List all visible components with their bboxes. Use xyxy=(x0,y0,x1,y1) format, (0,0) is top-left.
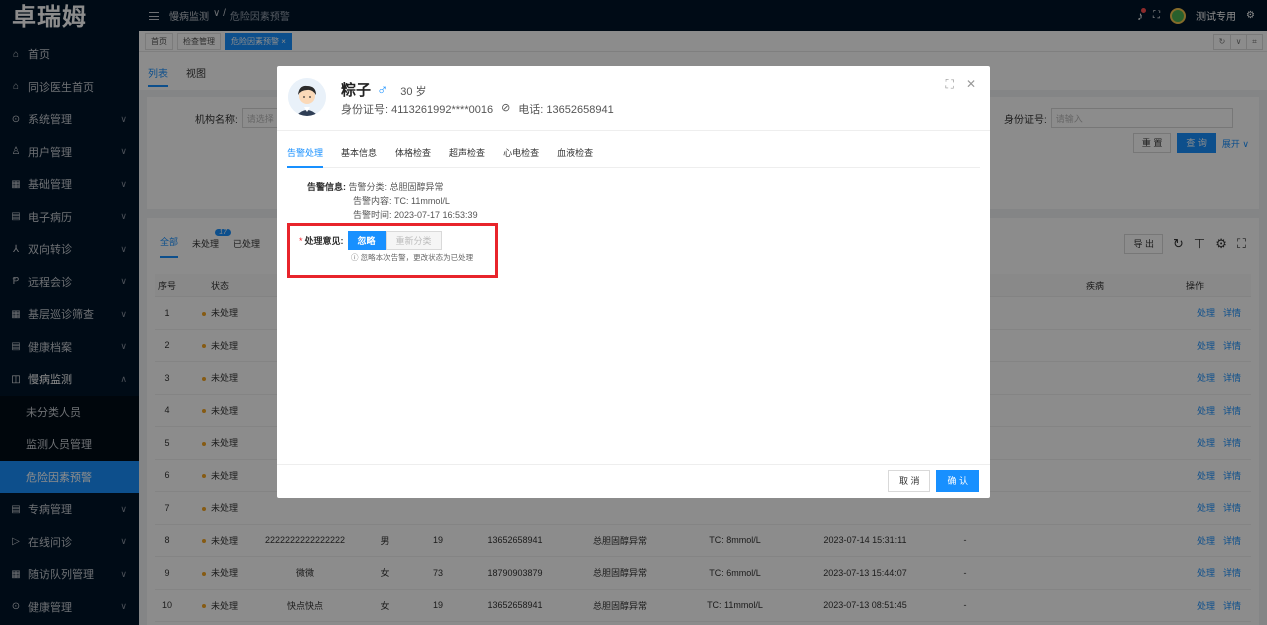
modal-footer: 取 消 确 认 xyxy=(277,464,990,498)
tab-physical-exam[interactable]: 体格检查 xyxy=(395,146,431,168)
tab-ultrasound[interactable]: 超声检查 xyxy=(449,146,485,168)
confirm-button[interactable]: 确 认 xyxy=(936,470,979,492)
patient-name: 粽子 xyxy=(341,82,372,99)
patient-phone: 电话: 13652658941 xyxy=(518,104,614,116)
alert-content: 告警内容: TC: 11mmol/L xyxy=(353,196,450,206)
modal-header-tools: ⛶ ✕ xyxy=(946,77,976,92)
male-icon: ♂ xyxy=(377,82,389,99)
alert-label: 告警信息: xyxy=(307,182,346,192)
fullscreen-icon[interactable]: ⛶ xyxy=(946,77,954,92)
modal-tabs: 告警处理 基本信息 体格检查 超声检查 心电检查 血液检查 xyxy=(287,146,980,168)
patient-avatar xyxy=(288,78,326,116)
alert-info: 告警信息: 告警分类: 总胆固醇异常 告警内容: TC: 11mmol/L 告警… xyxy=(307,180,478,222)
patient-age: 30 岁 xyxy=(400,86,427,98)
tab-basic-info[interactable]: 基本信息 xyxy=(341,146,377,168)
patient-alert-modal: 粽子 ♂ 30 岁 身份证号: 4113261992****0016 ⊘ 电话:… xyxy=(277,66,990,498)
alert-type: 告警分类: 总胆固醇异常 xyxy=(348,182,444,192)
patient-id: 身份证号: 4113261992****0016 xyxy=(341,104,494,116)
tab-blood[interactable]: 血液检查 xyxy=(557,146,593,168)
patient-info: 身份证号: 4113261992****0016 ⊘ 电话: 136526589… xyxy=(341,101,614,117)
highlight-box xyxy=(287,223,498,278)
modal-header: 粽子 ♂ 30 岁 身份证号: 4113261992****0016 ⊘ 电话:… xyxy=(277,66,990,131)
alert-time: 告警时间: 2023-07-17 16:53:39 xyxy=(353,210,478,220)
tab-alert-handle[interactable]: 告警处理 xyxy=(287,146,324,168)
tab-ecg[interactable]: 心电检查 xyxy=(503,146,539,168)
cancel-button[interactable]: 取 消 xyxy=(887,470,931,492)
eye-off-icon[interactable]: ⊘ xyxy=(501,101,510,117)
close-icon[interactable]: ✕ xyxy=(966,77,976,92)
patient-name-line: 粽子 ♂ 30 岁 xyxy=(341,79,427,100)
